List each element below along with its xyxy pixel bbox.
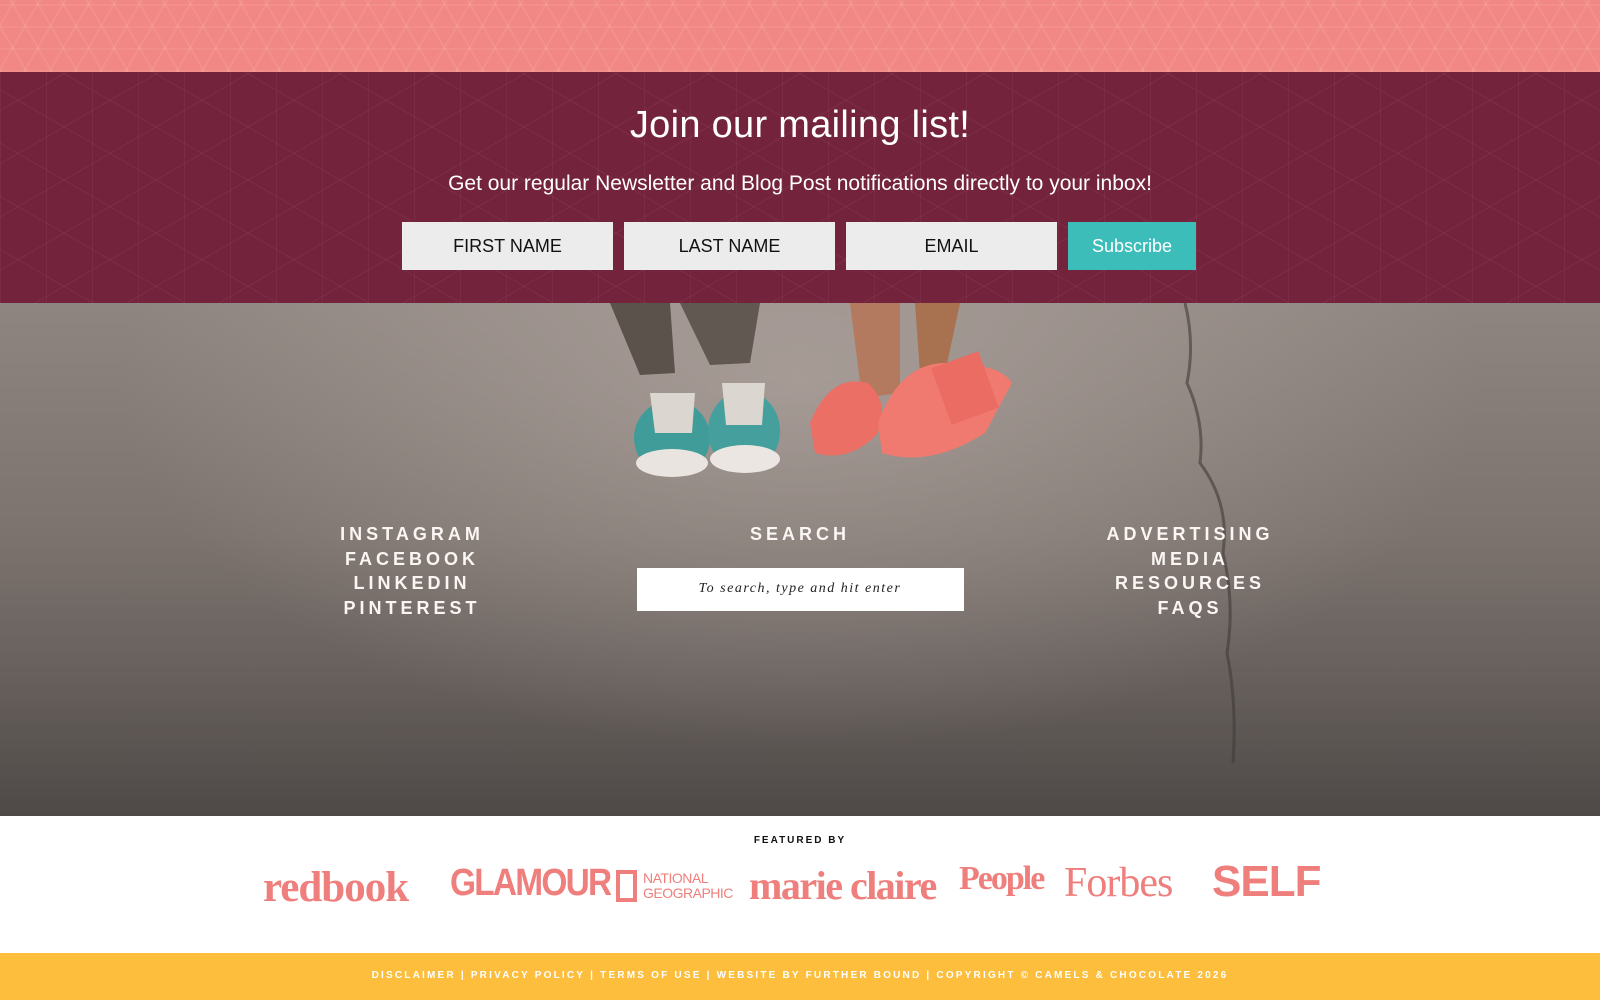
national-geographic-logo: NATIONAL GEOGRAPHIC	[616, 870, 733, 902]
social-links: INSTAGRAM FACEBOOK LINKEDIN PINTEREST	[312, 522, 512, 620]
faqs-link[interactable]: FAQS	[1090, 596, 1290, 621]
media-link[interactable]: MEDIA	[1090, 547, 1290, 572]
people-logo: People	[959, 860, 1045, 897]
featured-by-label: FEATURED BY	[753, 835, 847, 846]
forbes-logo: Forbes	[1064, 860, 1173, 906]
natgeo-wordmark: NATIONAL GEOGRAPHIC	[643, 871, 733, 901]
legal-footer: DISCLAIMER | PRIVACY POLICY | TERMS OF USE | W…	[0, 953, 1600, 1000]
natgeo-line-2: GEOGRAPHIC	[643, 885, 733, 901]
resources-link[interactable]: RESOURCES	[1090, 571, 1290, 596]
first-name-field[interactable]	[402, 222, 613, 270]
glamour-logo: GLAMOUR	[450, 862, 612, 904]
pinterest-link[interactable]: PINTEREST	[312, 596, 512, 621]
separator: |	[460, 970, 466, 981]
copyright-text: COPYRIGHT © CAMELS & CHOCOLATE 2026	[936, 970, 1229, 981]
separator: |	[706, 970, 712, 981]
advertising-link[interactable]: ADVERTISING	[1090, 522, 1290, 547]
email-field[interactable]	[846, 222, 1057, 270]
facebook-link[interactable]: FACEBOOK	[312, 547, 512, 572]
info-links: ADVERTISING MEDIA RESOURCES FAQS	[1090, 522, 1290, 620]
mailing-list-subtitle: Get our regular Newsletter and Blog Post…	[448, 172, 1152, 195]
natgeo-frame-icon	[616, 870, 637, 902]
separator: |	[926, 970, 932, 981]
terms-of-use-link[interactable]: TERMS OF USE	[600, 970, 701, 981]
privacy-policy-link[interactable]: PRIVACY POLICY	[471, 970, 585, 981]
redbook-logo: redbook	[263, 864, 409, 911]
featured-by-section: FEATURED BY redbook GLAMOUR NATIONAL GEO…	[0, 816, 1600, 953]
decorative-top-band	[0, 0, 1600, 72]
press-logos: redbook GLAMOUR NATIONAL GEOGRAPHIC mari…	[0, 860, 1600, 910]
mailing-list-section: Join our mailing list! Get our regular N…	[0, 72, 1600, 303]
last-name-field[interactable]	[624, 222, 835, 270]
search-column: SEARCH	[600, 522, 1000, 611]
search-input[interactable]	[636, 567, 964, 611]
self-logo: SELF	[1212, 857, 1321, 906]
instagram-link[interactable]: INSTAGRAM	[312, 522, 512, 547]
marie-claire-logo: marie claire	[749, 863, 937, 908]
subscribe-button[interactable]: Subscribe	[1068, 222, 1196, 270]
legal-links: DISCLAIMER | PRIVACY POLICY | TERMS OF USE | W…	[0, 970, 1600, 981]
signup-form: Subscribe	[402, 222, 1196, 270]
sneakers-and-sandals-photo	[610, 303, 1012, 477]
disclaimer-link[interactable]: DISCLAIMER	[372, 970, 456, 981]
natgeo-line-1: NATIONAL	[643, 870, 708, 886]
website-by-link[interactable]: WEBSITE BY FURTHER BOUND	[717, 970, 922, 981]
separator: |	[590, 970, 596, 981]
mailing-list-title: Join our mailing list!	[629, 104, 971, 146]
linkedin-link[interactable]: LINKEDIN	[312, 571, 512, 596]
footer-photo-section: INSTAGRAM FACEBOOK LINKEDIN PINTEREST SE…	[0, 303, 1600, 816]
search-heading: SEARCH	[749, 524, 850, 544]
